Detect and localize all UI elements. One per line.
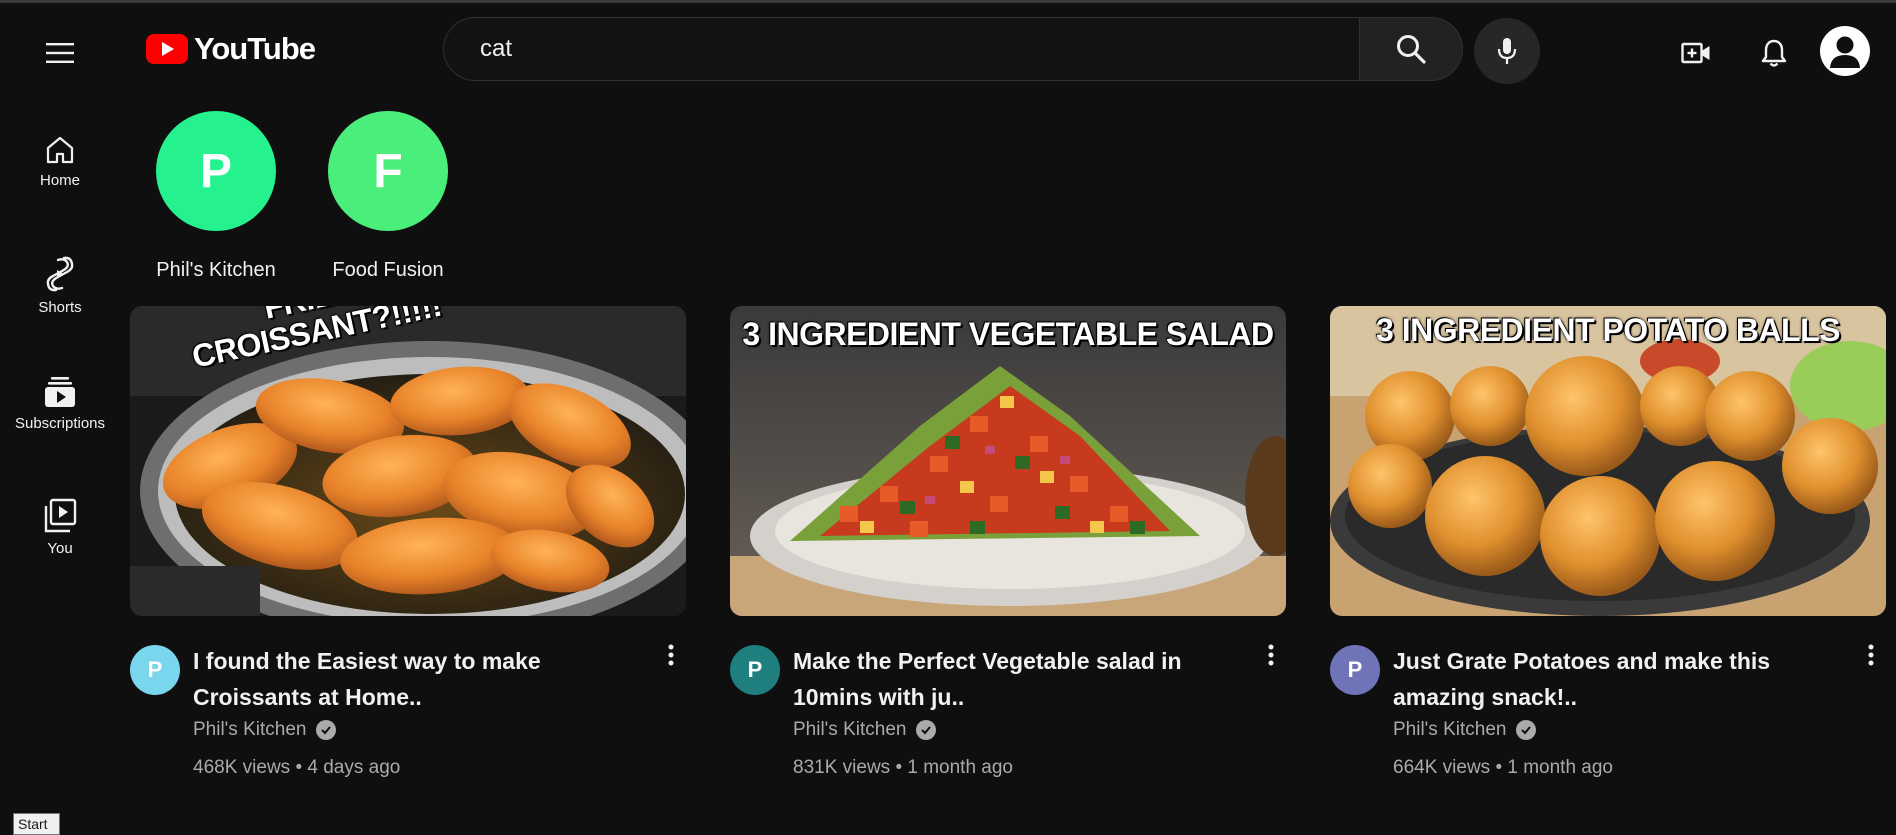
- video-card: FRIED CROISSANT?!!!!! P I found the Easi…: [130, 306, 686, 795]
- channel-result[interactable]: F Food Fusion: [308, 111, 468, 282]
- more-vert-icon: [668, 644, 674, 666]
- bell-icon: [1761, 39, 1787, 67]
- channel-name-link[interactable]: Phil's Kitchen: [1393, 719, 1506, 741]
- verified-badge-icon: [316, 720, 337, 740]
- video-channel: Phil's Kitchen: [793, 719, 937, 741]
- youtube-logo[interactable]: YouTube: [146, 31, 316, 67]
- potato-balls-thumbnail-image: [1330, 306, 1886, 616]
- shorts-icon: [46, 256, 74, 291]
- more-vert-icon: [1868, 644, 1874, 666]
- video-stats: 664K views • 1 month ago: [1393, 757, 1614, 778]
- sidebar-item-you[interactable]: You: [0, 477, 120, 577]
- video-stats: 831K views • 1 month ago: [793, 757, 1014, 778]
- account-avatar-button[interactable]: [1820, 26, 1870, 76]
- create-button[interactable]: [1670, 27, 1722, 79]
- video-card: 3 INGREDIENT POTATO BALLS P Just Grate P…: [1330, 306, 1886, 795]
- sidebar-item-label: You: [47, 539, 73, 557]
- channel-result[interactable]: P Phil's Kitchen: [136, 111, 296, 282]
- search-bar: [443, 17, 1463, 81]
- channel-avatar[interactable]: P: [130, 645, 180, 695]
- video-metadata: P I found the Easiest way to make Croiss…: [130, 643, 686, 795]
- channel-avatar[interactable]: P: [1330, 645, 1380, 695]
- start-tooltip: Start: [13, 813, 60, 835]
- video-title[interactable]: Make the Perfect Vegetable salad in 10mi…: [793, 643, 1213, 715]
- search-box[interactable]: [443, 17, 1359, 81]
- video-title[interactable]: Just Grate Potatoes and make this amazin…: [1393, 643, 1813, 715]
- video-more-button[interactable]: [1256, 635, 1286, 675]
- video-card: 3 INGREDIENT VEGETABLE SALAD P Make the …: [730, 306, 1286, 795]
- channel-name-link[interactable]: Phil's Kitchen: [793, 719, 906, 741]
- youtube-play-icon: [146, 34, 188, 64]
- sidebar-item-home[interactable]: Home: [0, 111, 120, 211]
- hamburger-icon: [46, 43, 74, 63]
- video-metadata: P Make the Perfect Vegetable salad in 10…: [730, 643, 1286, 795]
- search-button[interactable]: [1359, 17, 1463, 81]
- video-more-button[interactable]: [1856, 635, 1886, 675]
- channel-name-link[interactable]: Phil's Kitchen: [193, 719, 306, 741]
- sidebar-item-shorts[interactable]: Shorts: [0, 235, 120, 335]
- sidebar-item-label: Subscriptions: [14, 414, 106, 432]
- thumbnail-text: 3 INGREDIENT POTATO BALLS: [1376, 312, 1840, 348]
- video-metadata: P Just Grate Potatoes and make this amaz…: [1330, 643, 1886, 795]
- video-title[interactable]: I found the Easiest way to make Croissan…: [193, 643, 613, 715]
- channel-name[interactable]: Phil's Kitchen: [156, 259, 275, 282]
- verified-badge-icon: [916, 720, 937, 740]
- home-icon: [46, 136, 74, 163]
- video-thumbnail[interactable]: 3 INGREDIENT POTATO BALLS: [1330, 306, 1886, 616]
- sidebar-item-label: Home: [39, 171, 80, 189]
- video-camera-plus-icon: [1681, 42, 1710, 64]
- thumbnail-text: 3 INGREDIENT VEGETABLE SALAD: [742, 316, 1274, 352]
- channel-avatar[interactable]: P: [156, 111, 276, 231]
- sidebar-item-label: Shorts: [38, 298, 82, 316]
- guide-menu-button[interactable]: [36, 29, 84, 77]
- subscriptions-icon: [45, 376, 75, 407]
- video-thumbnail[interactable]: 3 INGREDIENT VEGETABLE SALAD: [730, 306, 1286, 616]
- video-stats: 468K views • 4 days ago: [193, 757, 401, 778]
- sidebar-item-subscriptions[interactable]: Subscriptions: [0, 353, 120, 453]
- logo-wordmark: YouTube: [194, 31, 316, 66]
- verified-badge-icon: [1516, 720, 1537, 740]
- channel-avatar[interactable]: F: [328, 111, 448, 231]
- search-input[interactable]: [480, 35, 1359, 63]
- channel-name[interactable]: Food Fusion: [332, 259, 443, 282]
- channel-avatar[interactable]: P: [730, 645, 780, 695]
- video-thumbnail[interactable]: FRIED CROISSANT?!!!!!: [130, 306, 686, 616]
- notifications-button[interactable]: [1748, 27, 1800, 79]
- microphone-icon: [1497, 38, 1517, 64]
- you-library-icon: [44, 498, 77, 532]
- video-channel: Phil's Kitchen: [1393, 719, 1537, 741]
- video-more-button[interactable]: [656, 635, 686, 675]
- search-icon: [1397, 35, 1426, 64]
- more-vert-icon: [1268, 644, 1274, 666]
- voice-search-button[interactable]: [1474, 18, 1540, 84]
- video-channel: Phil's Kitchen: [193, 719, 337, 741]
- user-avatar-icon: [1830, 36, 1860, 68]
- masthead: YouTube: [0, 3, 1896, 95]
